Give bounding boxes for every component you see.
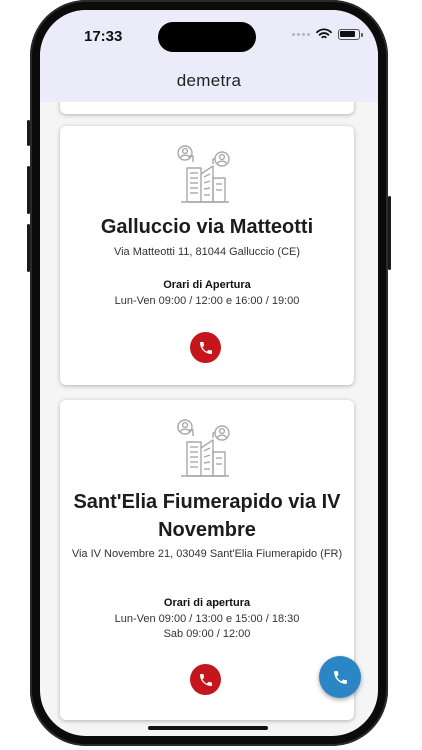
opening-hours-line: Lun-Ven 09:00 / 13:00 e 15:00 / 18:30 [114,613,300,625]
call-button[interactable] [190,332,221,363]
location-card[interactable]: Sant'Elia Fiumerapido via IV Novembre Vi… [60,400,354,720]
screen: 17:33 demetra Galluccio via Matteotti Vi… [40,10,378,736]
location-card-previous[interactable] [60,102,354,114]
status-icons [292,28,363,40]
location-name: Sant'Elia Fiumerapido via IV Novembre [73,491,341,541]
location-address: Via Matteotti 11, 81044 Galluccio (CE) [113,246,301,258]
location-card[interactable]: Galluccio via Matteotti Via Matteotti 11… [60,126,354,385]
wifi-icon [316,28,332,39]
phone-icon [199,673,212,686]
opening-hours-label: Orari di Apertura [163,279,251,291]
location-address: Via IV Novembre 21, 03049 Sant'Elia Fium… [71,548,343,560]
call-button[interactable] [190,664,221,695]
opening-hours-line: Sab 09:00 / 12:00 [163,628,251,640]
power-button [388,196,391,270]
volume-up-button [27,166,30,214]
phone-icon [199,341,212,354]
status-time: 17:33 [84,28,123,45]
volume-down-button [27,224,30,272]
floating-call-button[interactable] [319,656,361,698]
cellular-signal-icon [292,32,310,36]
phone-icon [333,670,347,684]
locations-list[interactable]: Galluccio via Matteotti Via Matteotti 11… [40,102,378,736]
dynamic-island [158,22,256,52]
opening-hours-line: Lun-Ven 09:00 / 12:00 e 16:00 / 19:00 [114,295,300,307]
home-indicator[interactable] [148,726,268,730]
action-button [27,120,30,146]
building-people-icon [177,145,230,203]
location-name: Galluccio via Matteotti [100,216,314,238]
app-header: 17:33 demetra [40,10,378,102]
opening-hours-label: Orari di apertura [163,597,251,609]
building-people-icon [177,419,230,477]
battery-icon [338,28,363,40]
phone-frame: 17:33 demetra Galluccio via Matteotti Vi… [27,0,391,746]
app-title: demetra [176,71,242,90]
